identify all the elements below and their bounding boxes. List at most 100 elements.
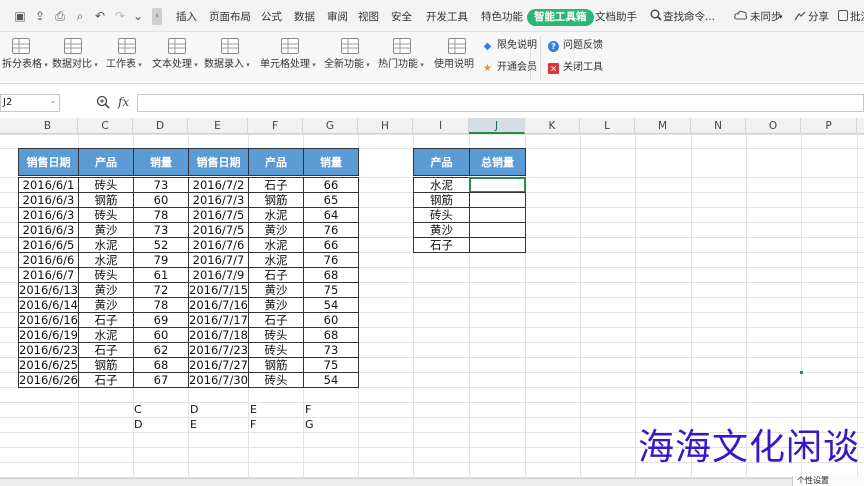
- table-cell[interactable]: 石子: [78, 342, 134, 358]
- table-cell[interactable]: 石子: [248, 267, 304, 283]
- new-feature-icon[interactable]: [341, 38, 359, 54]
- table-cell[interactable]: 2016/6/3: [18, 222, 79, 238]
- table-cell[interactable]: 54: [303, 372, 359, 388]
- helper-cell[interactable]: D: [190, 402, 198, 417]
- side-button-1[interactable]: 开通会员: [497, 62, 537, 74]
- table-cell[interactable]: 砖头: [78, 267, 134, 283]
- table-cell[interactable]: 钢筋: [248, 357, 304, 373]
- table-cell[interactable]: 64: [303, 207, 359, 223]
- search-icon[interactable]: [650, 9, 662, 21]
- table-cell[interactable]: 73: [133, 177, 189, 193]
- data-entry-icon[interactable]: [221, 38, 239, 54]
- table-cell[interactable]: 石子: [248, 312, 304, 328]
- table-cell[interactable]: 2016/6/26: [18, 372, 79, 388]
- tab-10[interactable]: 文档助手: [595, 0, 637, 32]
- table-cell[interactable]: 60: [133, 327, 189, 343]
- usage-icon[interactable]: [448, 38, 466, 54]
- table-cell[interactable]: 2016/7/3: [188, 192, 249, 208]
- formula-input[interactable]: [137, 94, 864, 112]
- tab-8[interactable]: 特色功能: [481, 0, 523, 32]
- table-cell[interactable]: 2016/6/3: [18, 207, 79, 223]
- table-cell[interactable]: 60: [133, 192, 189, 208]
- helper-cell[interactable]: F: [305, 402, 311, 417]
- summary-total-cell[interactable]: [469, 237, 526, 253]
- summary-product-cell[interactable]: 黄沙: [413, 222, 470, 238]
- table-cell[interactable]: 石子: [248, 177, 304, 193]
- helper-cell[interactable]: C: [134, 402, 142, 417]
- table-cell[interactable]: 砖头: [248, 327, 304, 343]
- table-cell[interactable]: 2016/6/5: [18, 237, 79, 253]
- tab-3[interactable]: 数据: [294, 0, 315, 32]
- table-cell[interactable]: 砖头: [248, 342, 304, 358]
- tab-9[interactable]: 智能工具箱: [527, 9, 594, 26]
- search-command[interactable]: 查找命令...: [663, 0, 715, 32]
- ribbon-cell-process-button[interactable]: 单元格处理 ▾: [260, 59, 316, 71]
- preview-icon[interactable]: ⌕: [72, 8, 88, 24]
- summary-product-cell[interactable]: 钢筋: [413, 192, 470, 208]
- table-cell[interactable]: 2016/6/13: [18, 282, 79, 298]
- table-cell[interactable]: 黄沙: [78, 222, 134, 238]
- ribbon-usage-button[interactable]: 使用说明: [434, 59, 474, 71]
- column-header-o[interactable]: O: [746, 118, 801, 134]
- table-cell[interactable]: 水泥: [78, 237, 134, 253]
- sync-dropdown-icon[interactable]: ▾: [779, 0, 783, 32]
- summary-product-cell[interactable]: 水泥: [413, 177, 470, 193]
- column-header-g[interactable]: G: [303, 118, 358, 134]
- zoom-icon[interactable]: [96, 95, 110, 109]
- redo-icon[interactable]: ↷: [112, 8, 128, 24]
- hot-feature-icon[interactable]: [393, 38, 411, 54]
- table-cell[interactable]: 水泥: [248, 207, 304, 223]
- table-cell[interactable]: 黄沙: [248, 282, 304, 298]
- table-cell[interactable]: 砖头: [248, 372, 304, 388]
- table-cell[interactable]: 2016/6/23: [18, 342, 79, 358]
- table-cell[interactable]: 2016/7/30: [188, 372, 249, 388]
- tab-7[interactable]: 开发工具: [426, 0, 468, 32]
- text-process-icon[interactable]: [168, 38, 186, 54]
- table-cell[interactable]: 2016/6/25: [18, 357, 79, 373]
- column-header-c[interactable]: C: [78, 118, 133, 134]
- table-cell[interactable]: 76: [303, 252, 359, 268]
- table-cell[interactable]: 砖头: [78, 207, 134, 223]
- undo-icon[interactable]: ↶: [92, 8, 108, 24]
- ribbon-worksheet-button[interactable]: 工作表 ▾: [106, 59, 142, 71]
- table-cell[interactable]: 2016/6/6: [18, 252, 79, 268]
- side-button-0[interactable]: 限免说明: [497, 40, 537, 52]
- table-cell[interactable]: 2016/7/23: [188, 342, 249, 358]
- column-header-h[interactable]: H: [358, 118, 413, 134]
- column-header-m[interactable]: M: [635, 118, 691, 134]
- table-cell[interactable]: 2016/7/17: [188, 312, 249, 328]
- ribbon-text-process-button[interactable]: 文本处理 ▾: [152, 59, 198, 71]
- summary-total-cell[interactable]: [469, 192, 526, 208]
- comment-button[interactable]: 批注: [850, 0, 864, 32]
- table-cell[interactable]: 黄沙: [248, 222, 304, 238]
- ribbon-data-compare-button[interactable]: 数据对比 ▾: [52, 59, 98, 71]
- personal-settings[interactable]: 个性设置: [792, 476, 864, 486]
- cell-process-icon[interactable]: [281, 38, 299, 54]
- table-cell[interactable]: 72: [133, 282, 189, 298]
- summary-product-cell[interactable]: 石子: [413, 237, 470, 253]
- table-cell[interactable]: 2016/7/18: [188, 327, 249, 343]
- column-header-i[interactable]: I: [413, 118, 469, 134]
- table-cell[interactable]: 石子: [78, 372, 134, 388]
- table-cell[interactable]: 水泥: [248, 237, 304, 253]
- function-icon[interactable]: fx: [118, 95, 129, 109]
- table-cell[interactable]: 52: [133, 237, 189, 253]
- export-icon[interactable]: ⇪: [32, 8, 48, 24]
- sheet-scroll[interactable]: [0, 480, 864, 486]
- scroll-left-icon[interactable]: ‹: [152, 8, 162, 25]
- column-header-k[interactable]: K: [525, 118, 580, 134]
- table-cell[interactable]: 65: [303, 192, 359, 208]
- ribbon-hot-feature-button[interactable]: 热门功能 ▾: [378, 59, 424, 71]
- column-header-n[interactable]: N: [691, 118, 746, 134]
- table-cell[interactable]: 2016/6/3: [18, 192, 79, 208]
- table-cell[interactable]: 黄沙: [78, 297, 134, 313]
- table-cell[interactable]: 67: [133, 372, 189, 388]
- side-button-2[interactable]: 问题反馈: [563, 40, 603, 52]
- table-cell[interactable]: 2016/7/27: [188, 357, 249, 373]
- column-header-e[interactable]: E: [188, 118, 248, 134]
- table-cell[interactable]: 73: [133, 222, 189, 238]
- print-icon[interactable]: ⎙: [52, 8, 68, 24]
- quick-access-dropdown-icon[interactable]: ⌄: [130, 8, 146, 24]
- save-icon[interactable]: ▣: [12, 8, 28, 24]
- namebox-dropdown-icon[interactable]: ⌄: [50, 97, 56, 105]
